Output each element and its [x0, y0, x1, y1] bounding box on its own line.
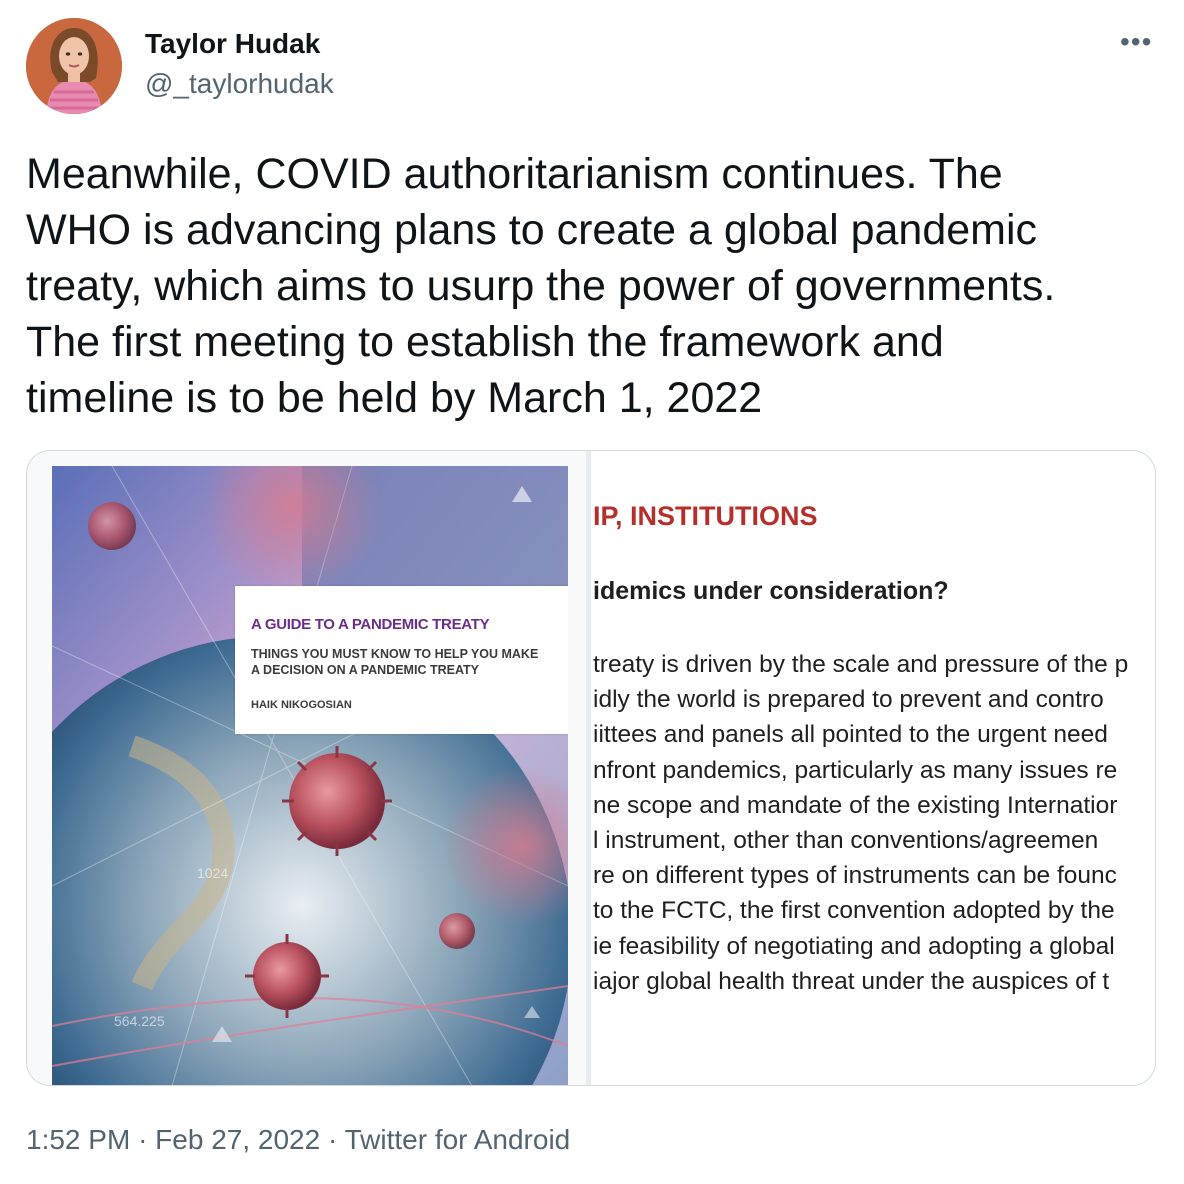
tweet-metadata: 1:52 PM · Feb 27, 2022 · Twitter for And… — [26, 1120, 570, 1160]
cover-title: A GUIDE TO A PANDEMIC TREATY — [251, 616, 490, 633]
cover-subtitle-line: THINGS YOU MUST KNOW TO HELP YOU MAKE — [251, 647, 539, 661]
document-line: iajor global health threat under the aus… — [593, 967, 1110, 995]
document-heading: IP, INSTITUTIONS — [593, 501, 818, 531]
meta-separator: · — [327, 1124, 338, 1155]
document-body: treaty is driven by the scale and pressu… — [593, 647, 1128, 999]
document-question: idemics under consideration? — [593, 577, 949, 605]
cover-subtitle: THINGS YOU MUST KNOW TO HELP YOU MAKE A … — [251, 646, 568, 678]
media-image-right[interactable]: IP, INSTITUTIONS idemics under considera… — [591, 451, 1155, 1085]
document-line: iittees and panels all pointed to the ur… — [593, 721, 1108, 749]
author-display-name[interactable]: Taylor Hudak — [145, 26, 320, 62]
author-handle[interactable]: @_taylorhudak — [145, 66, 334, 102]
tweet-date[interactable]: Feb 27, 2022 — [155, 1124, 320, 1155]
tweet-text-line: The first meeting to establish the frame… — [26, 318, 944, 366]
document-line: treaty is driven by the scale and pressu… — [593, 651, 1129, 678]
cover-author: HAIK NIKOGOSIAN — [251, 699, 352, 711]
cover-overlay-number: 564.225 — [114, 1013, 165, 1029]
tweet-text-line: Meanwhile, COVID authoritarianism contin… — [26, 150, 1003, 198]
document-line: ie feasibility of negotiating and adopti… — [593, 932, 1115, 960]
media-image-left[interactable]: 1024 564.225 A GUIDE TO A PANDEMIC TREAT… — [27, 451, 586, 1085]
tweet-text-line: treaty, which aims to usurp the power of… — [26, 262, 1056, 310]
tweet-time[interactable]: 1:52 PM — [26, 1124, 130, 1155]
document-line: ne scope and mandate of the existing Int… — [593, 791, 1118, 819]
tweet-text: Meanwhile, COVID authoritarianism contin… — [26, 146, 1166, 426]
meta-separator: · — [138, 1124, 148, 1155]
document-line: re on different types of instruments can… — [593, 862, 1117, 890]
more-options-icon[interactable]: ••• — [1120, 28, 1156, 56]
cover-title-box: A GUIDE TO A PANDEMIC TREATY THINGS YOU … — [235, 586, 568, 734]
tweet-text-line: WHO is advancing plans to create a globa… — [26, 206, 1038, 254]
cover-overlay-number: 1024 — [197, 865, 228, 881]
document-line: nfront pandemics, particularly as many i… — [593, 756, 1118, 784]
cover-subtitle-line: A DECISION ON A PANDEMIC TREATY — [251, 663, 480, 677]
report-cover-image: 1024 564.225 A GUIDE TO A PANDEMIC TREAT… — [52, 466, 568, 1085]
document-line: l instrument, other than conventions/agr… — [593, 827, 1099, 855]
document-line: to the FCTC, the first convention adopte… — [593, 897, 1115, 925]
media-card[interactable]: 1024 564.225 A GUIDE TO A PANDEMIC TREAT… — [26, 450, 1156, 1086]
document-line: idly the world is prepared to prevent an… — [593, 686, 1104, 714]
tweet-source[interactable]: Twitter for Android — [345, 1124, 571, 1155]
tweet-text-line: timeline is to be held by March 1, 2022 — [26, 374, 763, 422]
author-avatar[interactable] — [26, 18, 122, 114]
